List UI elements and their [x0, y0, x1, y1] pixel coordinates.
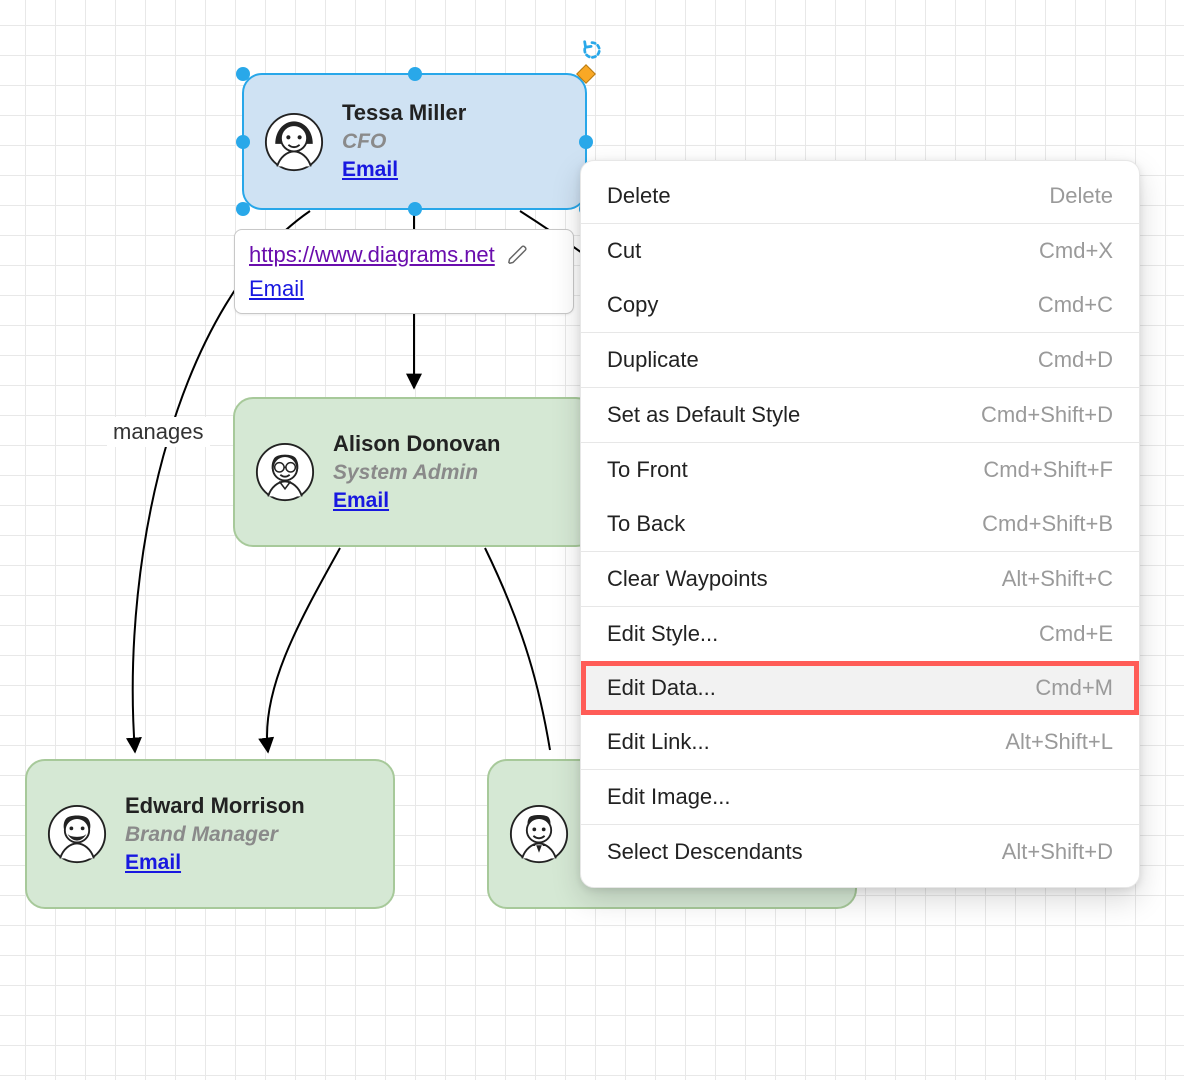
menu-shortcut: Delete	[1049, 183, 1113, 209]
context-menu: Delete Delete Cut Cmd+X Copy Cmd+C Dupli…	[580, 160, 1140, 888]
menu-label: Cut	[607, 238, 641, 264]
node-name: Tessa Miller	[342, 98, 466, 128]
menu-label: Delete	[607, 183, 671, 209]
menu-label: Edit Link...	[607, 729, 710, 755]
node-email-link[interactable]: Email	[125, 849, 305, 877]
menu-item-to-front[interactable]: To Front Cmd+Shift+F	[581, 443, 1139, 497]
menu-item-duplicate[interactable]: Duplicate Cmd+D	[581, 333, 1139, 387]
node-role: Brand Manager	[125, 821, 305, 849]
menu-shortcut: Cmd+Shift+B	[982, 511, 1113, 537]
menu-shortcut: Cmd+C	[1038, 292, 1113, 318]
menu-item-cut[interactable]: Cut Cmd+X	[581, 224, 1139, 278]
menu-label: Select Descendants	[607, 839, 803, 865]
menu-shortcut: Alt+Shift+D	[1002, 839, 1113, 865]
menu-item-edit-link[interactable]: Edit Link... Alt+Shift+L	[581, 715, 1139, 769]
node-alison[interactable]: Alison Donovan System Admin Email	[233, 397, 596, 547]
menu-item-select-descendants[interactable]: Select Descendants Alt+Shift+D	[581, 825, 1139, 879]
menu-label: Duplicate	[607, 347, 699, 373]
menu-label: Edit Style...	[607, 621, 718, 647]
menu-item-edit-data[interactable]: Edit Data... Cmd+M	[581, 661, 1139, 715]
avatar-icon	[255, 442, 315, 502]
menu-label: Clear Waypoints	[607, 566, 768, 592]
menu-item-edit-image[interactable]: Edit Image...	[581, 770, 1139, 824]
menu-label: Edit Data...	[607, 675, 716, 701]
node-tessa[interactable]: Tessa Miller CFO Email	[242, 73, 587, 210]
menu-shortcut: Alt+Shift+C	[1002, 566, 1113, 592]
menu-item-copy[interactable]: Copy Cmd+C	[581, 278, 1139, 332]
menu-shortcut: Alt+Shift+L	[1005, 729, 1113, 755]
menu-shortcut: Cmd+D	[1038, 347, 1113, 373]
menu-shortcut: Cmd+Shift+F	[983, 457, 1113, 483]
menu-shortcut: Cmd+M	[1035, 675, 1113, 701]
menu-label: To Front	[607, 457, 688, 483]
menu-label: To Back	[607, 511, 685, 537]
menu-label: Copy	[607, 292, 658, 318]
menu-item-delete[interactable]: Delete Delete	[581, 169, 1139, 223]
node-name: Edward Morrison	[125, 791, 305, 821]
menu-shortcut: Cmd+Shift+D	[981, 402, 1113, 428]
menu-item-clear-waypoints[interactable]: Clear Waypoints Alt+Shift+C	[581, 552, 1139, 606]
menu-label: Edit Image...	[607, 784, 731, 810]
menu-item-edit-style[interactable]: Edit Style... Cmd+E	[581, 607, 1139, 661]
node-name: Alison Donovan	[333, 429, 500, 459]
menu-item-default-style[interactable]: Set as Default Style Cmd+Shift+D	[581, 388, 1139, 442]
node-role: System Admin	[333, 459, 500, 487]
selection-handle[interactable]	[408, 67, 422, 81]
selection-handle[interactable]	[236, 135, 250, 149]
menu-shortcut: Cmd+E	[1039, 621, 1113, 647]
avatar-icon	[47, 804, 107, 864]
node-email-link[interactable]: Email	[342, 156, 466, 184]
selection-handle[interactable]	[236, 202, 250, 216]
link-tooltip: https://www.diagrams.net Email	[234, 229, 574, 314]
node-role: CFO	[342, 128, 466, 156]
selection-handle[interactable]	[408, 202, 422, 216]
tooltip-email-link[interactable]: Email	[249, 274, 559, 304]
node-email-link[interactable]: Email	[333, 487, 500, 515]
menu-item-to-back[interactable]: To Back Cmd+Shift+B	[581, 497, 1139, 551]
edge-label-manages[interactable]: manages	[107, 417, 210, 447]
avatar-icon	[509, 804, 569, 864]
tooltip-url-link[interactable]: https://www.diagrams.net	[249, 240, 495, 270]
node-edward[interactable]: Edward Morrison Brand Manager Email	[25, 759, 395, 909]
selection-handle[interactable]	[579, 135, 593, 149]
menu-label: Set as Default Style	[607, 402, 800, 428]
rotate-handle-icon[interactable]	[581, 39, 603, 61]
menu-shortcut: Cmd+X	[1039, 238, 1113, 264]
selection-handle[interactable]	[236, 67, 250, 81]
pencil-icon[interactable]	[507, 244, 529, 266]
avatar-icon	[264, 112, 324, 172]
